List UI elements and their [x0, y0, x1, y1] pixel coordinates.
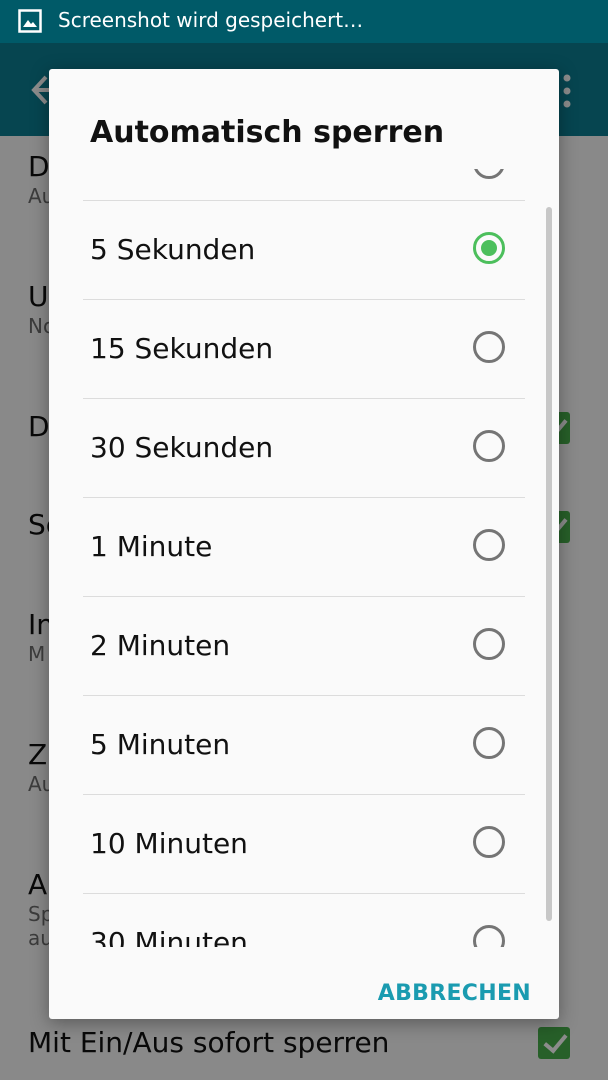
- notification-text: Screenshot wird gespeichert…: [58, 8, 364, 32]
- option-label: 5 Sekunden: [90, 233, 256, 266]
- option-label: 30 Sekunden: [90, 431, 274, 464]
- scrollbar[interactable]: [546, 207, 552, 921]
- radio-button[interactable]: [473, 727, 505, 759]
- radio-button[interactable]: [473, 169, 505, 179]
- radio-button[interactable]: [473, 628, 505, 660]
- radio-button[interactable]: [473, 331, 505, 363]
- option-row[interactable]: 30 Sekunden: [83, 398, 525, 497]
- option-label: 1 Minute: [90, 530, 213, 563]
- status-bar: Screenshot wird gespeichert…: [0, 0, 608, 43]
- option-label: 2 Minuten: [90, 629, 231, 662]
- option-label: 30 Minuten: [90, 926, 248, 947]
- option-row[interactable]: 30 Minuten: [83, 893, 525, 947]
- option-label: 5 Minuten: [90, 728, 231, 761]
- option-row[interactable]: 15 Sekunden: [83, 299, 525, 398]
- option-row[interactable]: 10 Minuten: [83, 794, 525, 893]
- dialog-title: Automatisch sperren: [90, 115, 445, 150]
- radio-button-selected[interactable]: [473, 232, 505, 264]
- options-list[interactable]: 5 Sekunden 15 Sekunden 30 Sekunden 1 Min…: [49, 169, 559, 1017]
- radio-button[interactable]: [473, 430, 505, 462]
- radio-button[interactable]: [473, 529, 505, 561]
- option-row[interactable]: 5 Minuten: [83, 695, 525, 794]
- option-label: 15 Sekunden: [90, 332, 274, 365]
- radio-button[interactable]: [473, 925, 505, 947]
- option-row[interactable]: 5 Sekunden: [83, 200, 525, 299]
- option-label: 10 Minuten: [90, 827, 248, 860]
- option-row[interactable]: 1 Minute: [83, 497, 525, 596]
- cancel-button[interactable]: ABBRECHEN: [361, 973, 531, 1015]
- image-icon: [18, 9, 42, 33]
- auto-lock-dialog: Automatisch sperren 5 Sekunden 15 Sekund…: [49, 69, 559, 1019]
- option-row[interactable]: 2 Minuten: [83, 596, 525, 695]
- radio-button[interactable]: [473, 826, 505, 858]
